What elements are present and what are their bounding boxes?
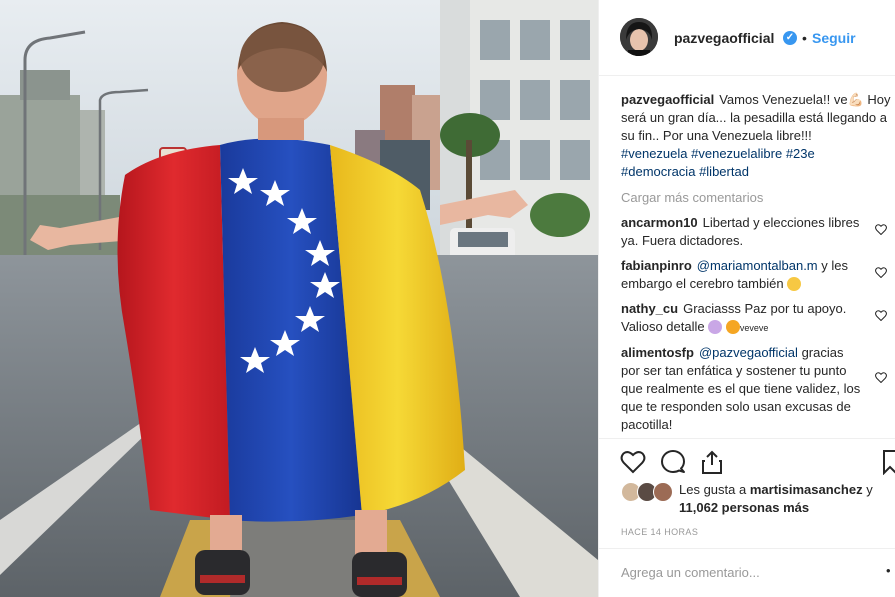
likers-avatars	[621, 482, 681, 504]
more-options-icon[interactable]: •	[886, 563, 891, 578]
comment-username[interactable]: nathy_cu	[621, 301, 678, 316]
like-comment-heart-icon[interactable]	[875, 372, 887, 383]
post-header: pazvegaofficial ✓ • Seguir	[599, 0, 895, 76]
comment-item: nathy_cu Graciasss Paz por tu apoyo. Vali…	[621, 300, 893, 337]
post-actions-bar	[599, 438, 895, 482]
post-caption: pazvegaofficial Vamos Venezuela!! ve💪🏻 Ho…	[621, 91, 893, 181]
comment-mention-link[interactable]: @pazvegaofficial	[699, 345, 798, 360]
hashtag-link[interactable]: #venezuela	[621, 146, 688, 161]
comments-list: pazvegaofficial Vamos Venezuela!! ve💪🏻 Ho…	[621, 91, 893, 434]
heart-icon[interactable]	[620, 449, 646, 475]
share-icon[interactable]	[699, 449, 725, 475]
likes-summary: Les gusta a martisimasanchez y 11,062 pe…	[679, 481, 889, 517]
load-more-comments-button[interactable]: Cargar más comentarios	[621, 189, 893, 207]
comment-mention-link[interactable]: @mariamontalban.m	[697, 258, 818, 273]
liker-username[interactable]: martisimasanchez	[750, 482, 863, 497]
likes-count[interactable]: 11,062 personas más	[679, 500, 809, 515]
kiss-emoji-icon	[725, 320, 740, 334]
liker-avatar	[653, 482, 673, 502]
comment-item: alimentosfp @pazvegaofficial gracias por …	[621, 344, 893, 434]
add-comment-input[interactable]	[621, 565, 871, 580]
comment-username[interactable]: alimentosfp	[621, 345, 694, 360]
laughing-emoji-icon	[787, 277, 802, 291]
like-comment-heart-icon[interactable]	[875, 267, 887, 278]
bookmark-icon[interactable]	[882, 449, 895, 475]
verified-badge-icon: ✓	[783, 31, 797, 45]
header-separator: •	[802, 30, 807, 46]
comment-suffix: veveve	[739, 323, 769, 333]
post-timestamp[interactable]: HACE 14 HORAS	[621, 527, 698, 537]
hashtag-link[interactable]: #libertad	[699, 164, 749, 179]
person-emoji-icon	[708, 320, 723, 334]
boy-with-venezuelan-flag-image	[0, 0, 598, 597]
hashtag-link[interactable]: #venezuelalibre	[691, 146, 782, 161]
like-comment-heart-icon[interactable]	[875, 310, 887, 321]
comment-item: fabianpinro @mariamontalban.m y les embar…	[621, 257, 893, 293]
avatar[interactable]	[620, 18, 658, 56]
likes-prefix: Les gusta a	[679, 482, 747, 497]
comment-username[interactable]: fabianpinro	[621, 258, 692, 273]
profile-photo	[620, 18, 658, 56]
comment-icon[interactable]	[660, 449, 686, 475]
post-photo[interactable]	[0, 0, 598, 597]
follow-button[interactable]: Seguir	[812, 30, 856, 46]
like-comment-heart-icon[interactable]	[875, 224, 887, 235]
comment-item: ancarmon10 Libertad y elecciones libres y…	[621, 214, 893, 250]
hashtag-link[interactable]: #democracia	[621, 164, 695, 179]
caption-username[interactable]: pazvegaofficial	[621, 92, 714, 107]
post-side-panel: pazvegaofficial ✓ • Seguir pazvegaoffici…	[598, 0, 895, 597]
hashtag-link[interactable]: #23e	[786, 146, 815, 161]
likes-joiner: y	[866, 482, 873, 497]
post-author-username[interactable]: pazvegaofficial	[674, 30, 774, 46]
add-comment-bar: •	[599, 548, 895, 597]
comment-username[interactable]: ancarmon10	[621, 215, 698, 230]
